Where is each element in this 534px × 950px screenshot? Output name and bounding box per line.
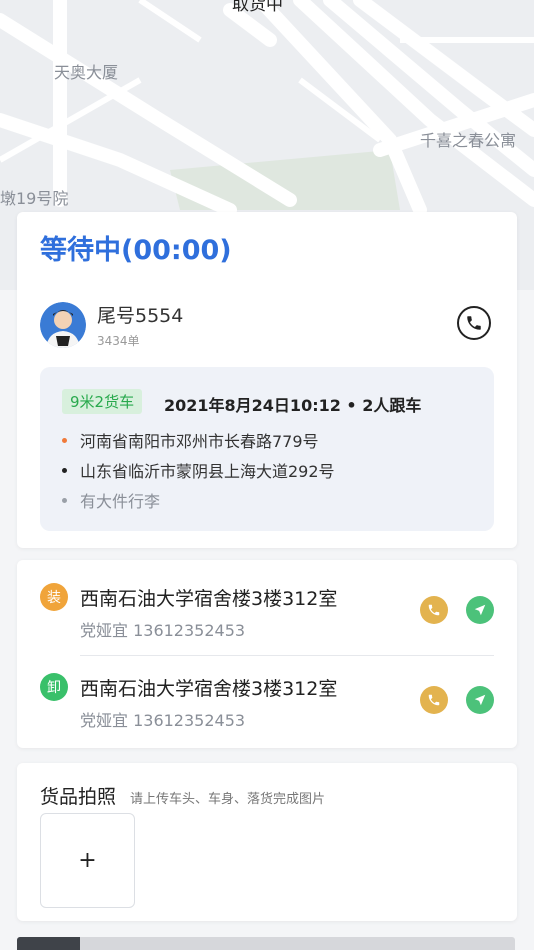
status-card: 等待中(00:00) 尾号5554 3434单 9米2货车 2021年8月24日… [17,212,517,548]
unload-address-row: 卸 西南石油大学宿舍楼3楼312室 党娅宜 13612352453 [17,650,517,740]
destination-dot [62,467,67,473]
destination-address: 山东省临沂市蒙阴县上海大道292号 [80,462,335,481]
upload-photo-button[interactable]: + [40,813,135,908]
map-label-qianxi: 千喜之春公寓 [420,131,517,150]
unload-badge: 卸 [40,673,68,701]
driver-avatar [40,302,86,348]
navigate-icon [474,694,486,706]
navigate-unload-button[interactable] [466,686,494,714]
bottom-action-bar[interactable] [17,937,515,950]
origin-address: 河南省南阳市邓州市长春路779号 [80,432,319,451]
bottom-bar-segment [17,937,80,950]
order-line-destination: 山东省临沂市蒙阴县上海大道292号 [62,458,335,482]
navigate-icon [474,604,486,616]
unload-contact: 党娅宜 13612352453 [80,711,246,730]
vehicle-tag: 9米2货车 [62,389,143,414]
note-dot [62,497,67,503]
call-unload-contact-button[interactable] [420,686,448,714]
photo-card: 货品拍照 请上传车头、车身、落货完成图片 + [17,763,517,921]
unload-address-title: 西南石油大学宿舍楼3楼312室 [80,678,338,700]
load-badge: 装 [40,583,68,611]
plus-icon: + [78,848,97,873]
order-note: 有大件行李 [80,492,161,511]
photo-section-title: 货品拍照 [40,786,117,808]
navigate-load-button[interactable] [466,596,494,624]
phone-icon [467,316,481,330]
photo-hint: 请上传车头、车身、落货完成图片 [130,792,326,807]
call-load-contact-button[interactable] [420,596,448,624]
map-label-dun19: 墩19号院 [0,189,69,208]
map-label-tianao: 天奥大厦 [54,63,119,82]
origin-dot [62,437,67,443]
order-line-note: 有大件行李 [62,488,160,512]
address-card: 装 西南石油大学宿舍楼3楼312室 党娅宜 13612352453 卸 西南石油… [17,560,517,748]
phone-icon [428,694,440,706]
load-contact: 党娅宜 13612352453 [80,621,246,640]
call-driver-button[interactable] [457,306,491,340]
order-line-origin: 河南省南阳市邓州市长春路779号 [62,428,319,452]
map-top-title: 取货中 [232,0,283,15]
waiting-status: 等待中(00:00) [40,235,232,266]
order-summary: 9米2货车 2021年8月24日10:12 • 2人跟车 河南省南阳市邓州市长春… [40,367,494,531]
load-address-row: 装 西南石油大学宿舍楼3楼312室 党娅宜 13612352453 [17,560,517,650]
phone-icon [428,604,440,616]
load-address-title: 西南石油大学宿舍楼3楼312室 [80,588,338,610]
order-time-info: 2021年8月24日10:12 • 2人跟车 [164,396,422,415]
driver-name: 尾号5554 [97,305,184,327]
driver-order-count: 3434单 [97,334,140,348]
